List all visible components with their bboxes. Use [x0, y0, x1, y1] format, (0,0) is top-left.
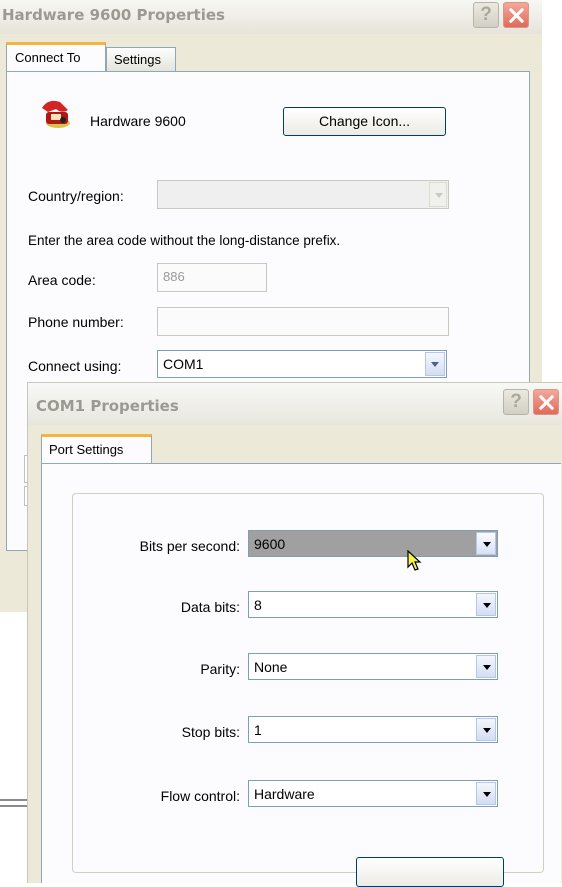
- connect-using-select[interactable]: COM1: [157, 350, 447, 378]
- restore-defaults-button[interactable]: [356, 857, 504, 887]
- area-code-label: Area code:: [28, 272, 96, 288]
- country-select: [157, 180, 449, 209]
- stop-bits-select[interactable]: 1: [248, 716, 498, 743]
- title-bar: Hardware 9600 Properties ?: [0, 0, 542, 34]
- tab-connect-to[interactable]: Connect To: [6, 42, 106, 72]
- data-bits-value: 8: [254, 597, 262, 613]
- help-icon[interactable]: ?: [503, 389, 529, 415]
- entry-name: Hardware 9600: [90, 113, 186, 129]
- area-code-hint: Enter the area code without the long-dis…: [28, 233, 341, 248]
- chevron-down-icon[interactable]: [476, 532, 496, 555]
- area-code-value: 886: [163, 269, 185, 284]
- chevron-down-icon[interactable]: [425, 352, 445, 376]
- flow-control-select[interactable]: Hardware: [248, 780, 498, 807]
- chevron-down-icon[interactable]: [476, 655, 496, 678]
- bits-per-second-select[interactable]: 9600: [248, 530, 498, 557]
- tab-port-settings[interactable]: Port Settings: [41, 434, 152, 464]
- country-label: Country/region:: [28, 188, 124, 204]
- chevron-down-icon[interactable]: [476, 718, 496, 741]
- data-bits-label: Data bits:: [180, 599, 240, 615]
- chevron-down-icon[interactable]: [476, 782, 496, 805]
- close-icon[interactable]: [503, 2, 529, 28]
- dialog-title: COM1 Properties: [36, 397, 179, 415]
- tab-settings-label: Settings: [114, 52, 161, 67]
- connect-using-value: COM1: [163, 356, 204, 372]
- stop-bits-label: Stop bits:: [181, 724, 240, 740]
- parity-label: Parity:: [200, 661, 240, 677]
- change-icon-button[interactable]: Change Icon...: [283, 107, 446, 136]
- chevron-down-icon[interactable]: [476, 593, 496, 616]
- com1-properties-dialog: COM1 Properties ? Port Settings Bits per…: [27, 382, 562, 887]
- data-bits-select[interactable]: 8: [248, 591, 498, 618]
- title-bar: COM1 Properties ?: [28, 383, 562, 425]
- tab-connect-to-label: Connect To: [15, 50, 81, 65]
- bits-per-second-label: Bits per second:: [139, 538, 240, 554]
- close-icon[interactable]: [533, 389, 559, 415]
- area-code-input: 886: [157, 263, 267, 292]
- dialog-title: Hardware 9600 Properties: [2, 6, 225, 24]
- phone-icon: [42, 100, 70, 128]
- mouse-cursor-icon: [407, 550, 422, 571]
- window-edge-lines: [0, 799, 27, 807]
- stop-bits-value: 1: [254, 722, 262, 738]
- help-icon[interactable]: ?: [473, 2, 499, 28]
- tab-settings[interactable]: Settings: [106, 47, 176, 72]
- connect-using-label: Connect using:: [28, 358, 122, 374]
- phone-number-label: Phone number:: [28, 314, 124, 330]
- phone-number-input: [157, 307, 449, 336]
- chevron-down-icon: [429, 182, 447, 207]
- tab-port-settings-label: Port Settings: [49, 442, 124, 457]
- parity-value: None: [254, 659, 288, 675]
- flow-control-value: Hardware: [254, 786, 315, 802]
- flow-control-label: Flow control:: [160, 788, 240, 804]
- bits-per-second-value: 9600: [254, 536, 286, 552]
- parity-select[interactable]: None: [248, 653, 498, 680]
